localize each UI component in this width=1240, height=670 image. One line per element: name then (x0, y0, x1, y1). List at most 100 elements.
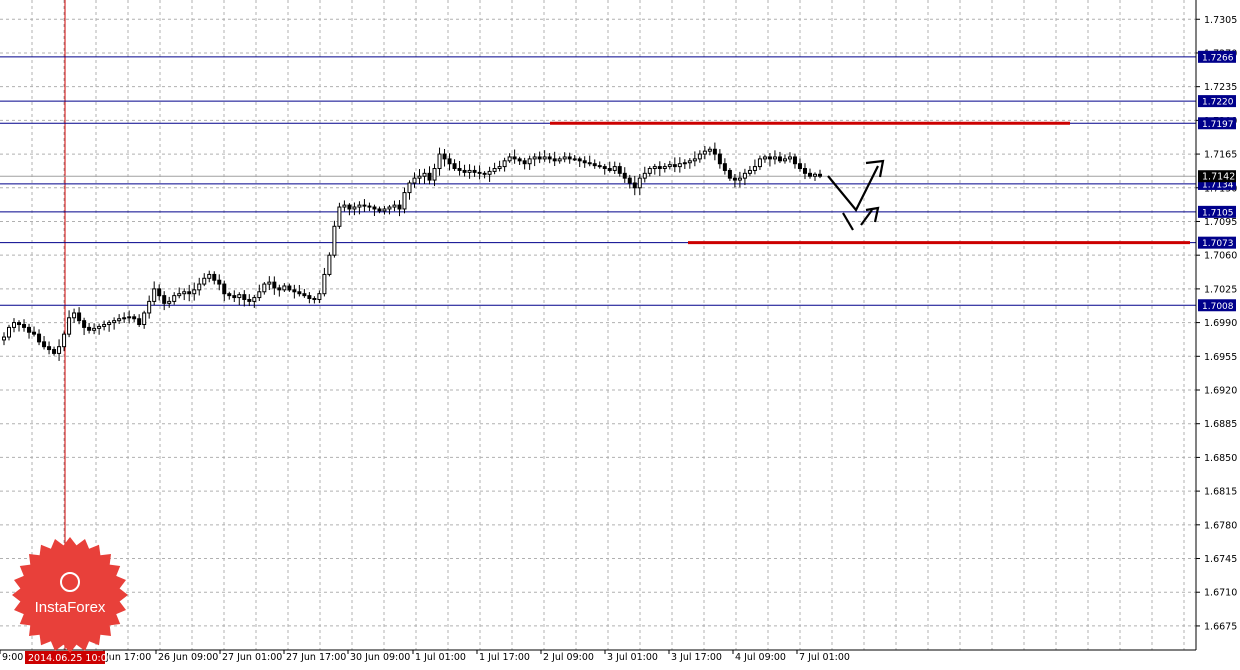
candle-body (787, 156, 792, 160)
candle-body (437, 153, 442, 170)
candle-body (712, 148, 717, 155)
candle-body (142, 312, 147, 326)
y-tick-label: 1.6780 (1204, 520, 1237, 531)
candle-body (217, 279, 222, 285)
x-tick-label: 1 Jul 17:00 (479, 652, 530, 663)
current-price-label: 1.7142 (1202, 172, 1235, 183)
candle-body (682, 162, 687, 165)
candle-body (257, 291, 262, 299)
y-tick-label: 1.6885 (1204, 419, 1237, 430)
candle-body (692, 158, 697, 162)
candle-body (407, 182, 412, 194)
candle-body (657, 166, 662, 170)
candle-body (542, 156, 547, 160)
candle-body (312, 298, 317, 301)
x-tick-label: 3 Jul 01:00 (607, 652, 658, 663)
candle-body (467, 169, 472, 173)
logo-burst-shape (12, 537, 128, 653)
candle-body (607, 168, 612, 171)
candle-body (527, 158, 532, 165)
level-label: 1.7266 (1202, 53, 1234, 63)
candle-body (572, 158, 577, 161)
candle-body (412, 177, 417, 184)
candle-body (332, 225, 337, 256)
candle-body (587, 162, 592, 165)
candle-body (102, 324, 107, 327)
level-label: 1.7220 (1202, 98, 1234, 108)
x-tick-label: 27 Jun 01:00 (222, 652, 282, 663)
y-tick-label: 1.7235 (1204, 82, 1237, 93)
candle-body (327, 254, 332, 275)
candle-body (747, 169, 752, 174)
candle-body (737, 177, 742, 181)
y-tick-label: 1.6675 (1204, 621, 1237, 632)
instaforex-logo: InstaForex (12, 537, 128, 653)
candle-body (667, 164, 672, 168)
candle-body (717, 153, 722, 165)
candle-body (187, 291, 192, 295)
candle-body (697, 153, 702, 160)
candle-body (492, 168, 497, 172)
candle-body (207, 273, 212, 279)
candle-body (757, 158, 762, 168)
candle-body (167, 300, 172, 304)
candle-body (287, 285, 292, 291)
candle-body (132, 316, 137, 320)
candle-body (2, 336, 6, 341)
candle-body (47, 346, 52, 351)
candle-body (292, 289, 297, 293)
candle-body (402, 192, 407, 210)
candle-body (372, 206, 377, 210)
candle-body (602, 166, 607, 170)
candle-body (472, 169, 477, 173)
candle-body (612, 166, 617, 171)
candle-body (97, 325, 102, 329)
candle-body (77, 312, 82, 322)
candle-body (642, 172, 647, 179)
y-tick-label: 1.7165 (1204, 150, 1237, 161)
candle-body (772, 156, 777, 160)
candle-body (557, 158, 562, 162)
candle-body (502, 160, 507, 168)
x-tick-label: 1 Jul 01:00 (415, 652, 466, 663)
candle-body (177, 293, 182, 297)
candle-body (272, 281, 277, 289)
candle-body (662, 166, 667, 170)
candle-body (652, 166, 657, 170)
candle-body (37, 333, 42, 343)
y-tick-label: 1.6920 (1204, 386, 1237, 397)
candle-body (742, 172, 747, 179)
candle-body (732, 177, 737, 181)
candle-body (427, 172, 432, 181)
y-tick-label: 1.7060 (1204, 251, 1237, 262)
candle-body (67, 317, 72, 335)
candle-body (27, 326, 32, 333)
candle-body (617, 166, 622, 174)
candle-body (627, 177, 632, 184)
candle-body (112, 320, 117, 324)
candle-body (232, 295, 237, 299)
x-tick-label: 9:00 (2, 652, 23, 663)
candle-body (637, 177, 642, 189)
x-tick-label: 30 Jun 09:00 (350, 652, 410, 663)
candle-body (32, 331, 37, 335)
candle-body (22, 324, 27, 328)
candle-body (7, 326, 12, 338)
candle-body (552, 158, 557, 162)
candle-body (307, 295, 312, 300)
candle-body (482, 172, 487, 175)
candle-body (432, 168, 437, 181)
candle-body (127, 316, 132, 319)
candle-body (547, 156, 552, 160)
candle-body (52, 349, 57, 354)
candle-body (247, 298, 252, 302)
candle-body (567, 156, 572, 160)
candle-body (242, 294, 247, 300)
candle-body (677, 163, 682, 168)
candle-body (122, 317, 127, 320)
candle-body (752, 166, 757, 171)
candle-body (517, 158, 522, 162)
candle-body (522, 160, 527, 165)
candle-body (152, 288, 157, 302)
candle-body (727, 169, 732, 179)
